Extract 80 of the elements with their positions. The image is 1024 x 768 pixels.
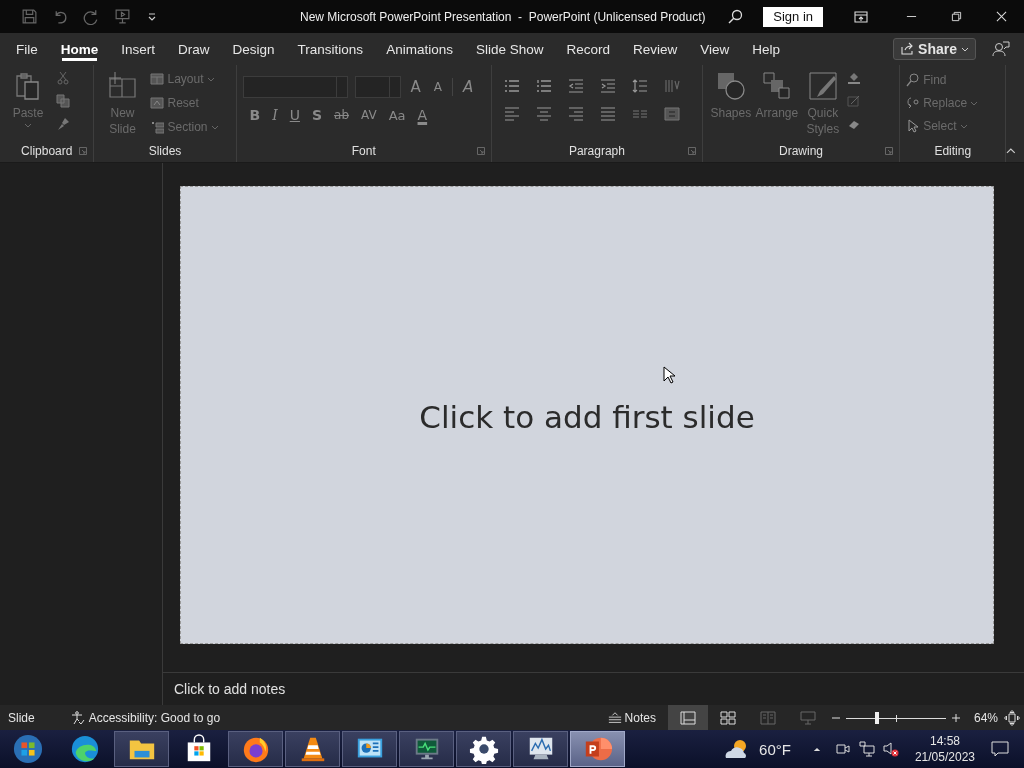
notification-icon[interactable]	[991, 741, 1009, 757]
notes-button[interactable]: Notes	[607, 710, 656, 725]
search-icon[interactable]	[727, 8, 744, 25]
caret-icon	[24, 121, 32, 129]
cursor-icon	[663, 366, 675, 384]
accessibility-button[interactable]: Accessibility: Good to go	[70, 710, 221, 725]
caret-icon	[210, 123, 219, 131]
group-label: Clipboard	[21, 144, 73, 158]
caret-icon	[961, 45, 969, 53]
ribbon-tab[interactable]: Home	[49, 33, 110, 65]
slide-placeholder-text: Click to add first slide	[419, 399, 755, 435]
normal-view-button[interactable]	[667, 705, 708, 730]
ribbon-tab[interactable]: Draw	[167, 33, 221, 65]
reset-icon	[150, 96, 165, 110]
share-button[interactable]: Share	[893, 38, 976, 60]
group-label: Drawing	[779, 144, 824, 158]
section-icon	[150, 120, 165, 134]
ribbon-tab[interactable]: Record	[555, 33, 621, 65]
wave-circle-icon	[69, 734, 100, 764]
restore-icon[interactable]	[951, 11, 962, 22]
fit-slide-icon[interactable]	[1004, 709, 1020, 726]
weather-temperature[interactable]: 60°F	[759, 740, 791, 758]
accessibility-icon	[70, 710, 85, 725]
window-title: New Microsoft PowerPoint Presentation - PowerPoint (Unlicensed Product)	[300, 10, 706, 24]
customize-caret-icon[interactable]	[147, 11, 157, 22]
ribbon-tab[interactable]: Design	[221, 33, 286, 65]
group-label: Editing	[934, 144, 972, 158]
caret-icon	[970, 99, 979, 107]
taskbar-app-button[interactable]	[114, 731, 169, 767]
ribbon-display-icon[interactable]	[853, 8, 869, 25]
notes-icon	[607, 710, 622, 725]
show-hidden-icons-icon[interactable]	[812, 746, 821, 752]
taskbar-app-button[interactable]	[342, 731, 397, 767]
screen-icon	[799, 710, 816, 725]
comments-icon[interactable]	[992, 40, 1010, 58]
panes-icon	[679, 710, 696, 725]
taskbar-app-button[interactable]	[456, 731, 511, 767]
quick-styles-icon	[807, 71, 838, 101]
ribbon-tab[interactable]: Help	[741, 33, 792, 65]
pointer-icon	[906, 119, 921, 133]
group-label: Paragraph	[568, 144, 625, 158]
ribbon-tab[interactable]: Animations	[375, 33, 464, 65]
group-label: Font	[351, 144, 376, 158]
slide-status: Slide	[7, 710, 35, 725]
taskbar-app-button[interactable]	[285, 731, 340, 767]
presentation-icon[interactable]	[114, 8, 131, 25]
windows-orb-icon	[12, 734, 43, 764]
grid-icon	[719, 710, 736, 725]
zoom-in-icon[interactable]	[950, 712, 961, 723]
network-icon[interactable]	[858, 741, 875, 757]
zoom-level[interactable]: 64%	[973, 710, 998, 725]
redo-icon[interactable]	[83, 8, 100, 25]
search-icon	[906, 73, 921, 87]
muted-speaker-icon[interactable]	[882, 741, 899, 757]
gear-icon	[468, 734, 499, 764]
camera-icon[interactable]	[834, 741, 851, 757]
ribbon-tab[interactable]: Insert	[110, 33, 167, 65]
close-icon[interactable]	[996, 11, 1007, 22]
ribbon-tab[interactable]: View	[689, 33, 741, 65]
group-label: Slides	[148, 144, 182, 158]
ribbon-tab[interactable]: File	[5, 33, 49, 65]
clock-time[interactable]: 14:58	[929, 733, 960, 749]
layout-icon	[150, 72, 165, 86]
ribbon-tab[interactable]: Review	[622, 33, 689, 65]
taskbar-app-button[interactable]	[228, 731, 283, 767]
clock-date[interactable]: 21/05/2023	[914, 749, 975, 765]
taskbar-app-button[interactable]	[513, 731, 568, 767]
book-icon	[759, 710, 776, 725]
caret-icon	[959, 122, 968, 130]
ribbon-tab[interactable]: Slide Show	[464, 33, 555, 65]
new-slide-icon	[107, 71, 138, 101]
save-icon[interactable]	[21, 8, 38, 25]
arrange-icon	[761, 71, 792, 101]
slide-placeholder[interactable]: Click to add first slide	[180, 186, 994, 644]
zoom-slider[interactable]	[845, 711, 946, 724]
ribbon-tab[interactable]: Transitions	[286, 33, 375, 65]
share-icon	[900, 42, 915, 56]
sign-in-button[interactable]: Sign in	[763, 6, 823, 27]
shapes-icon	[715, 71, 746, 101]
caret-icon	[206, 75, 215, 83]
